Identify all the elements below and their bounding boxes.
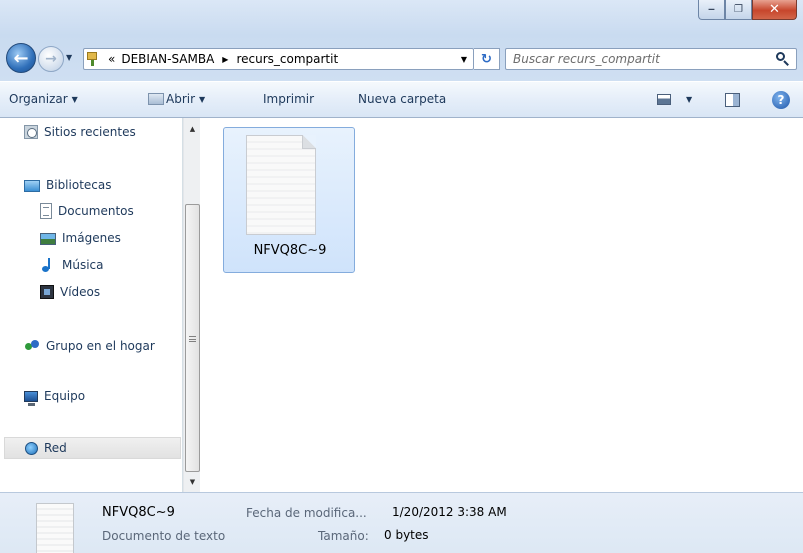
title-bar: ‒ ❐ ✕ [0, 0, 803, 35]
nav-item-label: Bibliotecas [46, 178, 112, 192]
nav-item-documents[interactable]: Documentos [40, 200, 180, 222]
videos-icon [40, 285, 54, 299]
open-button[interactable]: Abrir ▼ [148, 92, 205, 106]
text-document-icon [246, 135, 316, 235]
grip-icon [189, 336, 196, 342]
nav-item-label: Música [62, 258, 104, 272]
organize-label: Organizar [9, 92, 68, 106]
details-file-name: NFVQ8C~9 [102, 505, 175, 520]
nav-item-label: Vídeos [60, 285, 101, 299]
breadcrumb-item[interactable]: recurs_compartit [236, 52, 338, 66]
open-icon [148, 93, 164, 105]
refresh-button[interactable]: ↻ [474, 48, 500, 70]
file-item[interactable]: NFVQ8C~9 [223, 127, 355, 273]
breadcrumb-separator-icon[interactable]: ▶ [222, 55, 228, 64]
nav-item-computer[interactable]: Equipo [24, 385, 182, 407]
nav-item-homegroup[interactable]: Grupo en el hogar [24, 335, 182, 357]
details-size-label: Tamaño: [318, 529, 369, 543]
search-input[interactable] [513, 52, 771, 66]
search-icon[interactable] [776, 52, 790, 66]
network-share-icon [86, 51, 104, 67]
window-controls: ‒ ❐ ✕ [698, 0, 797, 22]
nav-item-videos[interactable]: Vídeos [40, 281, 180, 303]
scroll-thumb[interactable] [185, 204, 200, 472]
views-dropdown-icon[interactable]: ▼ [686, 95, 692, 104]
close-button[interactable]: ✕ [752, 0, 797, 20]
file-list[interactable]: NFVQ8C~9 [201, 118, 803, 492]
back-button[interactable]: ← [6, 43, 36, 73]
search-box[interactable] [505, 48, 797, 70]
details-file-type: Documento de texto [102, 529, 226, 543]
scroll-down-icon[interactable]: ▼ [184, 473, 201, 490]
nav-item-network[interactable]: Red [4, 437, 181, 459]
maximize-button[interactable]: ❐ [725, 0, 752, 20]
network-icon [25, 441, 38, 455]
nav-scrollbar[interactable]: ▲ ▼ [183, 118, 200, 492]
recent-pages-dropdown[interactable]: ▼ [66, 53, 72, 62]
text-document-icon [36, 503, 74, 553]
details-date-label: Fecha de modifica... [246, 506, 367, 520]
address-bar[interactable]: « DEBIAN-SAMBA ▶ recurs_compartit ▼ [83, 48, 474, 70]
nav-item-label: Sitios recientes [44, 125, 136, 139]
nav-item-label: Equipo [44, 389, 86, 403]
organize-button[interactable]: Organizar ▼ [9, 92, 78, 106]
pictures-icon [40, 233, 56, 245]
music-icon [40, 257, 56, 273]
nav-item-label: Grupo en el hogar [46, 339, 155, 353]
preview-pane-icon[interactable] [725, 93, 740, 107]
nav-item-libraries[interactable]: Bibliotecas [24, 174, 182, 196]
recent-places-icon [24, 125, 38, 139]
breadcrumb-overflow[interactable]: « [108, 52, 115, 66]
homegroup-icon [24, 338, 40, 354]
documents-icon [40, 203, 52, 219]
computer-icon [24, 391, 38, 406]
minimize-button[interactable]: ‒ [698, 0, 725, 20]
nav-item-label: Imágenes [62, 231, 121, 245]
breadcrumb-item[interactable]: DEBIAN-SAMBA [121, 52, 214, 66]
address-dropdown-icon[interactable]: ▼ [461, 55, 467, 64]
details-date-value: 1/20/2012 3:38 AM [392, 505, 507, 519]
change-view-icon[interactable] [657, 94, 671, 105]
nav-item-music[interactable]: Música [40, 254, 180, 276]
details-pane: NFVQ8C~9 Documento de texto Fecha de mod… [0, 492, 803, 553]
libraries-icon [24, 180, 40, 192]
chevron-down-icon: ▼ [199, 95, 206, 104]
nav-item-label: Documentos [58, 204, 134, 218]
print-button[interactable]: Imprimir [263, 92, 314, 106]
open-label: Abrir [166, 92, 196, 106]
navigation-pane: Sitios recientes Bibliotecas Documentos … [0, 118, 183, 492]
command-bar: Organizar ▼ Abrir ▼ Imprimir Nueva carpeta… [0, 81, 803, 118]
nav-item-pictures[interactable]: Imágenes [40, 227, 180, 249]
nav-item-label: Red [44, 441, 67, 455]
address-row: ← → ▼ « DEBIAN-SAMBA ▶ recurs_compartit … [0, 35, 803, 81]
nav-item-recent[interactable]: Sitios recientes [24, 121, 182, 143]
chevron-down-icon: ▼ [71, 95, 78, 104]
scroll-up-icon[interactable]: ▲ [184, 120, 201, 137]
help-icon[interactable]: ? [772, 91, 790, 109]
forward-button[interactable]: → [38, 46, 64, 72]
new-folder-button[interactable]: Nueva carpeta [358, 92, 446, 106]
file-name: NFVQ8C~9 [253, 243, 327, 258]
details-size-value: 0 bytes [384, 528, 429, 542]
